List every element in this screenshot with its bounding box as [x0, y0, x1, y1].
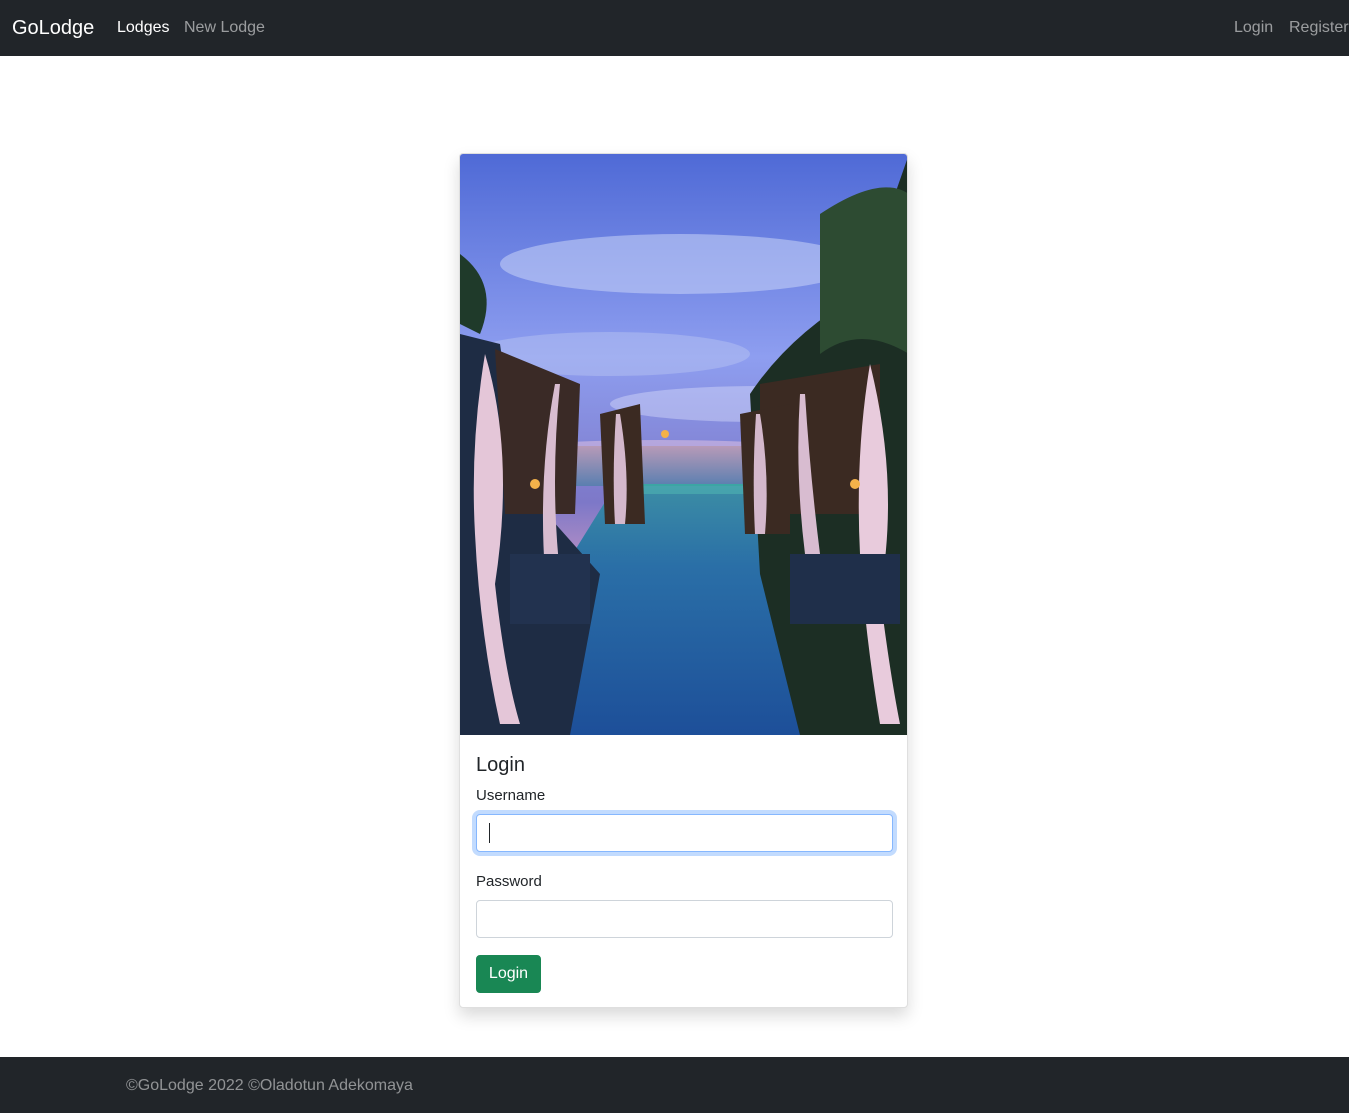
nav-link-lodges[interactable]: Lodges	[117, 18, 170, 38]
brand-logo[interactable]: GoLodge	[12, 15, 94, 41]
username-input[interactable]	[476, 814, 893, 852]
login-button[interactable]: Login	[476, 955, 541, 993]
login-card: Login Username Password Login	[459, 153, 908, 1008]
resort-pool-image	[460, 154, 907, 735]
nav-link-login[interactable]: Login	[1234, 18, 1273, 38]
nav-link-register[interactable]: Register	[1289, 18, 1349, 38]
footer: ©GoLodge 2022 ©Oladotun Adekomaya	[0, 1057, 1349, 1113]
navbar: GoLodge Lodges New Lodge Login Register	[0, 0, 1349, 56]
login-title: Login	[476, 754, 525, 776]
password-input[interactable]	[476, 900, 893, 938]
nav-link-new-lodge[interactable]: New Lodge	[184, 18, 265, 38]
text-cursor	[489, 823, 490, 843]
footer-copyright: ©GoLodge 2022 ©Oladotun Adekomaya	[126, 1077, 413, 1094]
password-label: Password	[476, 873, 542, 890]
username-label: Username	[476, 787, 546, 804]
